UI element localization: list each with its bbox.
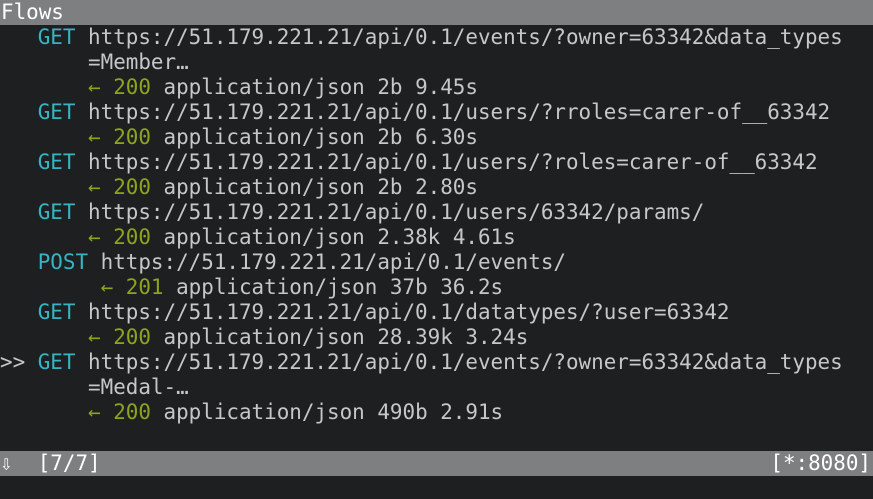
http-method: GET <box>37 100 76 124</box>
response-size: 2b <box>377 175 403 199</box>
response-size: 2b <box>377 75 403 99</box>
content-type: application/json <box>163 325 365 349</box>
status-left: ⇩ [7/7] <box>0 451 101 476</box>
request-url-continued: =Member… <box>88 50 189 74</box>
content-type: application/json <box>163 400 365 424</box>
request-url: https://51.179.221.21/api/0.1/users/?rro… <box>88 100 831 124</box>
status-code: 200 <box>113 325 151 349</box>
flow-response-line: ← 200 application/json 490b 2.91s <box>0 400 503 425</box>
http-method: GET <box>37 200 76 224</box>
response-time: 2.80s <box>415 175 478 199</box>
response-arrow-icon: ← <box>88 175 101 199</box>
flow-response-line: ← 200 application/json 2b 9.45s <box>0 75 478 100</box>
status-bar: ⇩ [7/7] [*:8080] <box>0 451 873 476</box>
http-method: GET <box>37 300 76 324</box>
response-arrow-icon: ← <box>88 125 101 149</box>
response-size: 2b <box>377 125 403 149</box>
status-code: 200 <box>113 125 151 149</box>
response-time: 2.91s <box>440 400 504 424</box>
response-time: 9.45s <box>415 75 478 99</box>
content-type: application/json <box>163 125 365 149</box>
response-arrow-icon: ← <box>100 275 114 299</box>
status-code: 200 <box>113 400 151 424</box>
request-url: https://51.179.221.21/api/0.1/users/6334… <box>88 200 705 224</box>
selection-cursor: >> <box>0 350 26 374</box>
request-url: https://51.179.221.21/api/0.1/events/?ow… <box>88 25 843 49</box>
content-type: application/json <box>163 75 365 99</box>
flow-url-continuation: =Member… <box>0 50 189 75</box>
status-code: 200 <box>113 75 151 99</box>
content-type: application/json <box>176 275 378 299</box>
response-size: 37b <box>389 275 428 299</box>
http-method: GET <box>37 350 76 374</box>
response-time: 4.61s <box>452 225 516 249</box>
flow-response-line: ← 200 application/json 2.38k 4.61s <box>0 225 516 250</box>
flow-response-line: ← 200 application/json 2b 2.80s <box>0 175 478 200</box>
status-code: 200 <box>113 175 151 199</box>
status-code: 201 <box>125 275 164 299</box>
listen-address: [*:8080] <box>770 451 871 475</box>
request-url: https://51.179.221.21/api/0.1/events/ <box>100 250 566 274</box>
http-method: GET <box>37 25 76 49</box>
response-size: 2.38k <box>377 225 441 249</box>
flow-response-line: ← 200 application/json 28.39k 3.24s <box>0 325 528 350</box>
flow-request-line[interactable]: GET https://51.179.221.21/api/0.1/events… <box>0 25 843 50</box>
flow-position: [7/7] <box>37 451 101 475</box>
flow-request-line[interactable]: GET https://51.179.221.21/api/0.1/users/… <box>0 150 818 175</box>
flow-response-line: ← 200 application/json 2b 6.30s <box>0 125 478 150</box>
response-size: 28.39k <box>377 325 453 349</box>
scroll-down-icon: ⇩ <box>0 451 13 475</box>
flow-request-line[interactable]: GET https://51.179.221.21/api/0.1/users/… <box>0 200 705 225</box>
response-time: 3.24s <box>465 325 529 349</box>
flow-request-line[interactable]: POST https://51.179.221.21/api/0.1/event… <box>0 250 566 275</box>
status-code: 200 <box>113 225 151 249</box>
content-type: application/json <box>163 225 365 249</box>
response-time: 36.2s <box>440 275 504 299</box>
flow-request-line-selected[interactable]: >> GET https://51.179.221.21/api/0.1/eve… <box>0 350 843 375</box>
response-arrow-icon: ← <box>88 400 101 424</box>
response-size: 490b <box>377 400 428 424</box>
request-url-continued: =Medal-… <box>88 375 189 399</box>
request-url: https://51.179.221.21/api/0.1/users/?rol… <box>88 150 818 174</box>
response-time: 6.30s <box>415 125 478 149</box>
http-method: GET <box>37 150 76 174</box>
title: Flows <box>1 0 64 24</box>
http-method: POST <box>37 250 89 274</box>
title-bar: Flows <box>0 0 873 25</box>
response-arrow-icon: ← <box>88 225 101 249</box>
flow-request-line[interactable]: GET https://51.179.221.21/api/0.1/dataty… <box>0 300 730 325</box>
response-arrow-icon: ← <box>88 75 101 99</box>
request-url: https://51.179.221.21/api/0.1/datatypes/… <box>88 300 730 324</box>
request-url: https://51.179.221.21/api/0.1/events/?ow… <box>88 350 843 374</box>
flow-url-continuation: =Medal-… <box>0 375 189 400</box>
content-type: application/json <box>163 175 365 199</box>
flow-response-line: ← 201 application/json 37b 36.2s <box>0 275 504 300</box>
flow-request-line[interactable]: GET https://51.179.221.21/api/0.1/users/… <box>0 100 830 125</box>
response-arrow-icon: ← <box>88 325 101 349</box>
